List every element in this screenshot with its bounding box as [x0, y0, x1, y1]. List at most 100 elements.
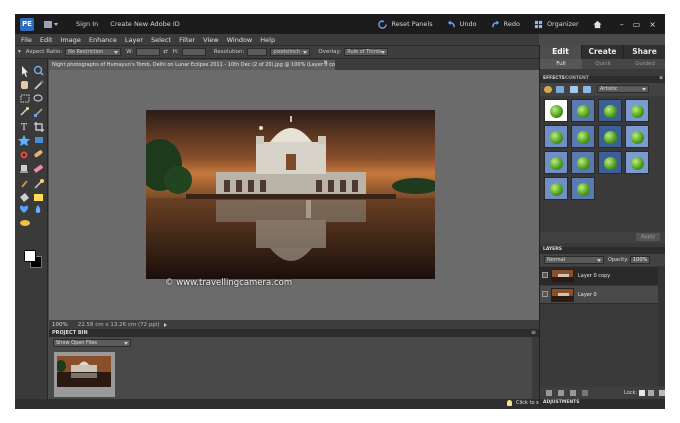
menu-window[interactable]: Window	[227, 36, 253, 44]
effect-category-select[interactable]: Artistic	[597, 85, 649, 93]
lock-transparency-icon[interactable]	[639, 390, 645, 396]
height-input[interactable]	[181, 48, 206, 56]
photo-effects-icon[interactable]	[570, 86, 578, 93]
zoom-tool-icon[interactable]	[33, 65, 44, 76]
reset-panels-button[interactable]: Reset Panels	[378, 19, 433, 29]
foreground-color-swatch-top[interactable]	[24, 250, 36, 262]
content-header[interactable]: CONTENT	[565, 76, 589, 81]
type-tool-icon[interactable]: T	[21, 123, 27, 133]
tab-share[interactable]: Share	[624, 45, 665, 59]
blur-icon[interactable]	[35, 205, 41, 213]
tab-full[interactable]: Full	[540, 59, 582, 69]
close-button[interactable]: ×	[649, 20, 656, 29]
hand-tool-icon[interactable]	[21, 81, 28, 89]
effects-header[interactable]: EFFECTS	[543, 76, 565, 81]
photo-image[interactable]	[146, 110, 435, 279]
layer-row[interactable]: Layer 0 copy	[540, 267, 658, 285]
layers-scrollbar[interactable]	[658, 266, 665, 386]
organizer-button[interactable]: Organizer	[534, 20, 579, 29]
shape-tool-icon[interactable]	[19, 205, 29, 213]
menu-edit[interactable]: Edit	[40, 36, 53, 44]
sign-in-link[interactable]: Sign In	[76, 20, 98, 28]
effect-thumbnail[interactable]	[571, 177, 595, 200]
gradient-icon[interactable]	[34, 194, 43, 201]
layer-styles-icon[interactable]	[556, 86, 564, 93]
resolution-unit-select[interactable]: pixels/inch	[270, 48, 311, 56]
overlay-select[interactable]: Rule of Thirds	[344, 48, 389, 56]
status-menu-arrow-icon[interactable]	[163, 322, 167, 327]
menu-image[interactable]: Image	[60, 36, 80, 44]
visibility-eye-icon[interactable]	[542, 291, 548, 297]
sponge-icon[interactable]	[20, 220, 30, 226]
move-tool-icon[interactable]	[22, 66, 28, 77]
effect-thumbnail[interactable]	[598, 151, 622, 174]
menu-enhance[interactable]: Enhance	[89, 36, 117, 44]
show-files-select[interactable]: Show Open Files	[53, 339, 131, 347]
swap-icon[interactable]: ⇄	[163, 49, 168, 55]
visibility-eye-icon[interactable]	[542, 272, 548, 278]
crop-tool-options-icon[interactable]: ▾	[18, 49, 21, 55]
layers-header[interactable]: LAYERS	[543, 247, 562, 252]
red-eye-icon[interactable]	[20, 151, 28, 159]
project-bin-scrollbar[interactable]	[532, 337, 539, 399]
all-effects-icon[interactable]	[583, 86, 591, 93]
effect-thumbnail[interactable]	[544, 151, 568, 174]
clone-stamp-icon[interactable]	[20, 165, 28, 173]
lock-all-icon[interactable]	[648, 390, 654, 396]
effect-thumbnail[interactable]	[544, 99, 568, 122]
document-close-icon[interactable]: ×	[323, 59, 328, 66]
tab-quick[interactable]: Quick	[582, 59, 624, 69]
delete-layer-icon[interactable]	[659, 390, 665, 396]
effect-thumbnail[interactable]	[625, 99, 649, 122]
crop-tool-icon[interactable]	[34, 122, 44, 132]
eraser-icon[interactable]	[33, 164, 44, 173]
effect-thumbnail[interactable]	[544, 125, 568, 148]
panel-menu-icon[interactable]: ≡	[531, 329, 536, 336]
smart-brush-icon[interactable]	[34, 179, 44, 189]
effect-thumbnail[interactable]	[625, 151, 649, 174]
tab-create[interactable]: Create	[582, 45, 624, 59]
bin-thumbnail[interactable]	[54, 352, 115, 397]
restore-button[interactable]: ▭	[633, 20, 641, 29]
lasso-icon[interactable]	[33, 94, 43, 102]
paint-bucket-icon[interactable]	[20, 193, 29, 202]
zoom-level[interactable]: 100%	[52, 322, 68, 328]
effect-thumbnail[interactable]	[571, 151, 595, 174]
project-bin-header[interactable]: PROJECT BIN ≡	[49, 329, 539, 337]
adjustment-layer-icon[interactable]	[570, 390, 576, 396]
effect-thumbnail[interactable]	[571, 99, 595, 122]
effect-thumbnail[interactable]	[598, 125, 622, 148]
selection-brush-icon[interactable]	[34, 108, 43, 117]
menu-file[interactable]: File	[21, 36, 32, 44]
menu-filter[interactable]: Filter	[179, 36, 195, 44]
layer-row[interactable]: Layer 0	[540, 286, 658, 304]
home-button[interactable]	[593, 20, 606, 29]
width-input[interactable]	[136, 48, 161, 56]
workspace-menu-button[interactable]	[44, 19, 64, 30]
magic-wand-icon[interactable]	[20, 107, 29, 116]
aspect-ratio-select[interactable]: No Restriction	[65, 48, 122, 56]
apply-button[interactable]: Apply	[636, 233, 660, 241]
effect-thumbnail[interactable]	[571, 125, 595, 148]
document-tab[interactable]: Night photographs of Humayun's Tomb, Del…	[49, 60, 335, 70]
opacity-input[interactable]: 100%	[630, 256, 650, 264]
menu-select[interactable]: Select	[151, 36, 171, 44]
effect-thumbnail[interactable]	[598, 99, 622, 122]
cookie-cutter-icon[interactable]	[18, 135, 30, 146]
adjustments-header[interactable]: ADJUSTMENTS	[543, 400, 580, 405]
tab-guided[interactable]: Guided	[624, 59, 665, 69]
layer-mask-icon[interactable]	[582, 390, 588, 396]
effect-thumbnail[interactable]	[625, 125, 649, 148]
blend-mode-select[interactable]: Normal	[544, 256, 604, 264]
eyedropper-icon[interactable]	[34, 80, 44, 90]
create-id-link[interactable]: Create New Adobe ID	[110, 20, 179, 28]
healing-brush-icon[interactable]	[34, 149, 44, 158]
marquee-icon[interactable]	[20, 94, 30, 103]
new-layer-icon[interactable]	[546, 390, 552, 396]
brush-tool-icon[interactable]	[19, 180, 28, 190]
menu-view[interactable]: View	[203, 36, 218, 44]
tab-edit[interactable]: Edit	[540, 45, 582, 59]
undo-button[interactable]: Undo	[447, 19, 477, 29]
effect-thumbnail[interactable]	[544, 177, 568, 200]
resolution-input[interactable]	[247, 48, 268, 56]
